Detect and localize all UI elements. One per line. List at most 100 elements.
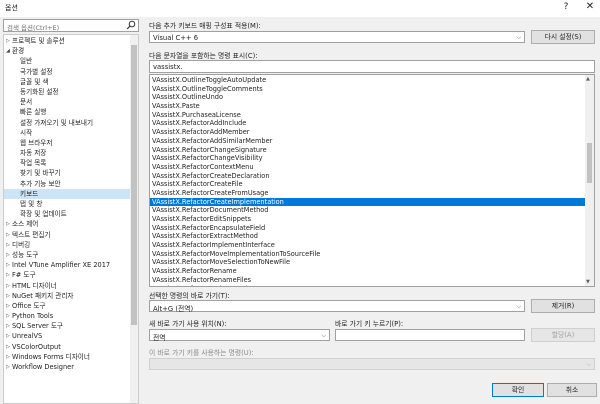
tree-item[interactable]: ▷ Intel VTune Amplifier XE 2017 [4, 260, 130, 270]
tree-item[interactable]: 빠른 실행 [4, 107, 130, 117]
command-list-item[interactable]: VAssistX.RefactorCreateImplementation [150, 197, 586, 207]
tree-item[interactable]: ▷ HTML 디자이너 [4, 281, 130, 291]
tree-item[interactable]: ▷ UnrealVS [4, 331, 130, 341]
tree-item[interactable]: 국가별 설정 [4, 67, 130, 77]
tree-item[interactable]: 글꼴 및 색 [4, 77, 130, 87]
tree-item-label: 성능 도구 [12, 250, 39, 259]
tree-item[interactable]: 키보드 [4, 188, 130, 199]
tree-item[interactable]: 설정 가져오기 및 내보내기 [4, 118, 130, 128]
command-list-item[interactable]: VAssistX.RefactorRenameFiles [150, 276, 586, 285]
mapping-scheme-select[interactable]: Visual C++ 6 ⌵ [149, 31, 525, 43]
tree-item[interactable]: ▷ 디버깅 [4, 240, 130, 250]
tree-scrollbar[interactable] [130, 35, 138, 403]
tree-item[interactable]: ▷ SQL Server 도구 [4, 321, 130, 331]
currently-used-select[interactable]: ⌵ [149, 358, 595, 370]
tree-item[interactable]: 웹 브라우저 [4, 138, 130, 148]
command-list-item[interactable]: VAssistX.RefactorAddMember [150, 128, 586, 137]
tree-item-label: VSColorOutput [12, 342, 61, 351]
tree-item[interactable]: ▷ VSColorOutput [4, 342, 130, 352]
command-filter-input[interactable]: vassistx. [149, 60, 595, 73]
tree-item[interactable]: 시작 [4, 128, 130, 138]
tree-item-label: 설정 가져오기 및 내보내기 [20, 118, 94, 127]
tree-scrollbar-thumb[interactable] [131, 45, 137, 325]
command-list-item[interactable]: VAssistX.OutlineUndo [150, 93, 586, 102]
command-list-item[interactable]: VAssistX.RefactorRename [150, 267, 586, 276]
options-tree[interactable]: ▷ 프로젝트 및 솔루션 ◢ 환경 일반 국가별 설정 글꼴 및 색 동기화된 설정 문서 빠른 … [3, 34, 139, 404]
command-list-item[interactable]: VAssistX.RefactorContextMenu [150, 163, 586, 172]
tree-item[interactable]: 자동 저장 [4, 148, 130, 158]
tree-item[interactable]: ▷ Office 도구 [4, 301, 130, 311]
scroll-down-icon[interactable]: ▼ [586, 279, 590, 285]
tree-item[interactable]: ▷ 소스 제어 [4, 219, 130, 229]
tree-item-label: 확장 및 업데이트 [20, 210, 67, 219]
command-list-item[interactable]: VAssistX.RefactorMoveImplementationToSou… [150, 250, 586, 259]
command-list-scrollbar-thumb[interactable] [587, 143, 592, 183]
chevron-down-icon: ⌵ [516, 303, 521, 310]
press-keys-input[interactable] [335, 329, 525, 341]
tree-item-label: F# 도구 [12, 271, 36, 280]
tree-item[interactable]: 찾기 및 바꾸기 [4, 168, 130, 178]
tree-item-label: 프로젝트 및 솔루션 [12, 37, 65, 45]
command-list-item[interactable]: VAssistX.RefactorAddInclude [150, 119, 586, 128]
scroll-up-icon[interactable]: ▲ [586, 76, 590, 82]
command-list[interactable]: VAssistX.OutlineToggleAutoUpdate VAssistX… [149, 74, 595, 287]
command-list-item[interactable]: VAssistX.PurchaseaLicense [150, 111, 586, 120]
tree-item[interactable]: 일반 [4, 56, 130, 66]
use-new-shortcut-select[interactable]: 전역 ⌵ [149, 329, 330, 342]
tree-item[interactable]: ▷ 성능 도구 [4, 250, 130, 260]
command-list-item[interactable]: VAssistX.RefactorCreateFile [150, 180, 586, 189]
shortcuts-label: 선택한 명령의 바로 가기(T): [149, 292, 230, 300]
assign-button[interactable]: 할당(A) [531, 328, 595, 342]
tree-item[interactable]: 탭 및 창 [4, 199, 130, 209]
command-list-item[interactable]: VAssistX.OutlineToggleAutoUpdate [150, 76, 586, 85]
command-list-item[interactable]: VAssistX.RefactorImplementInterface [150, 241, 586, 250]
reset-button[interactable]: 다시 설정(S) [531, 30, 595, 44]
command-list-item[interactable]: VAssistX.RefactorCreateFromUsage [150, 189, 586, 198]
command-filter-value: vassistx. [153, 63, 183, 71]
tree-item[interactable]: ▷ 프로젝트 및 솔루션 [4, 36, 130, 46]
command-list-item[interactable]: VAssistX.RefactorEditSnippets [150, 215, 586, 224]
tree-item[interactable]: ▷ F# 도구 [4, 270, 130, 280]
tree-item[interactable]: ▷ 텍스트 편집기 [4, 230, 130, 240]
command-list-item[interactable]: VAssistX.RefSetResultsSearch [150, 285, 586, 287]
command-list-item[interactable]: VAssistX.RefactorExtractMethod [150, 232, 586, 241]
remove-button[interactable]: 제거(R) [531, 299, 595, 313]
command-list-item[interactable]: VAssistX.RefactorChangeVisibility [150, 154, 586, 163]
command-list-item[interactable]: VAssistX.RefactorMoveSelectionToNewFile [150, 258, 586, 267]
command-list-item[interactable]: VAssistX.RefactorEncapsulateField [150, 224, 586, 233]
tree-item-label: 동기화된 설정 [20, 87, 59, 96]
mapping-scheme-label: 다음 추가 키보드 매핑 구성표 적용(M): [149, 22, 261, 30]
tree-item[interactable]: 작업 목록 [4, 158, 130, 168]
use-new-shortcut-label: 새 바로 가기 사용 위치(N): [149, 320, 227, 328]
search-options-input[interactable]: 검색 옵션(Ctrl+E) [3, 19, 139, 32]
tree-item[interactable]: ▷ Windows Forms 디자이너 [4, 352, 130, 362]
command-list-item[interactable]: VAssistX.Paste [150, 102, 586, 111]
title-bar: 옵션 ? ✕ [0, 0, 600, 17]
command-list-item[interactable]: VAssistX.RefactorCreateDeclaration [150, 172, 586, 181]
tree-item[interactable]: ▷ NuGet 패키지 관리자 [4, 291, 130, 301]
press-keys-label: 바로 가기 키 누르기(P): [335, 320, 404, 328]
tree-item[interactable]: ▷ Workflow Designer [4, 362, 130, 372]
command-list-item[interactable]: VAssistX.RefactorDocumentMethod [150, 206, 586, 215]
close-button[interactable]: ✕ [584, 1, 596, 14]
tree-item[interactable]: 추가 기능 보안 [4, 179, 130, 189]
shortcuts-select[interactable]: Alt+G (전역) ⌵ [149, 300, 525, 313]
command-list-item[interactable]: VAssistX.RefactorChangeSignature [150, 146, 586, 155]
tree-item[interactable]: 확장 및 업데이트 [4, 209, 130, 219]
tree-item[interactable]: 문서 [4, 97, 130, 107]
ok-button[interactable]: 확인 [492, 383, 544, 397]
tree-item[interactable]: ▷ Python Tools [4, 311, 130, 321]
tree-item-label: 시작 [20, 128, 33, 137]
tree-item-label: 일반 [20, 57, 33, 66]
tree-item-label: NuGet 패키지 관리자 [12, 291, 74, 300]
tree-item-label: 찾기 및 바꾸기 [20, 169, 61, 178]
command-list-item[interactable]: VAssistX.OutlineToggleComments [150, 85, 586, 94]
search-icon[interactable] [126, 20, 136, 31]
tree-item[interactable]: ◢ 환경 [4, 46, 130, 56]
tree-item-label: 국가별 설정 [20, 67, 53, 76]
command-list-item[interactable]: VAssistX.RefactorAddSimilarMember [150, 137, 586, 146]
tree-item[interactable]: 동기화된 설정 [4, 87, 130, 97]
cancel-button[interactable]: 취소 [547, 383, 597, 397]
help-button[interactable]: ? [560, 2, 572, 14]
command-list-scrollbar[interactable]: ▲ ▼ [585, 75, 594, 286]
